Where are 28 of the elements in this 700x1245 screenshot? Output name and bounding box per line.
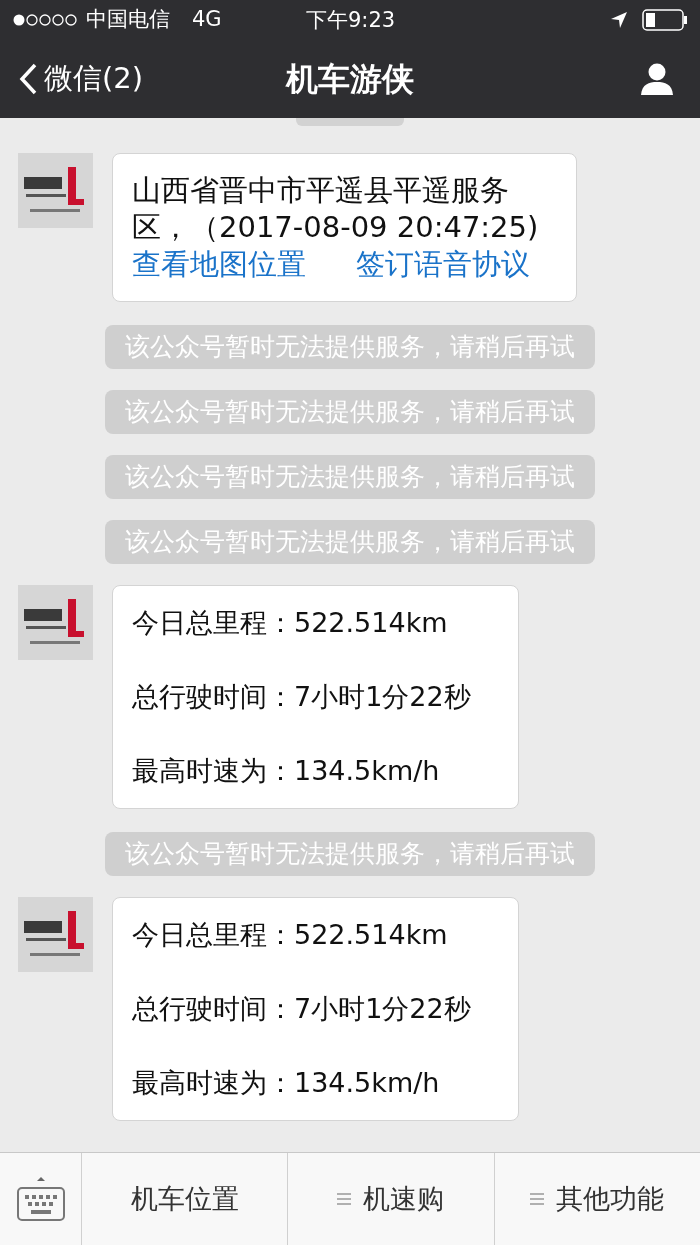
stats-line: 总行驶时间：7小时1分22秒 <box>132 992 472 1026</box>
stats-line: 今日总里程：522.514km <box>132 606 449 640</box>
avatar-icon[interactable] <box>18 585 93 660</box>
avatar-icon[interactable] <box>18 153 93 228</box>
stats-line: 总行驶时间：7小时1分22秒 <box>132 680 472 714</box>
profile-icon[interactable] <box>640 62 674 96</box>
menu-icon <box>530 1193 545 1205</box>
carrier-name: 中国电信 <box>86 6 170 34</box>
location-text: 山西省晋中市平遥县平遥服务区，（2017-08-09 20:47:25) <box>132 172 540 246</box>
back-button[interactable]: 微信(2) <box>18 57 144 101</box>
back-chevron-icon <box>18 62 38 96</box>
menu-icon <box>337 1193 352 1205</box>
keyboard-icon[interactable] <box>16 1175 65 1223</box>
message-link[interactable]: 查看地图位置 <box>132 246 306 283</box>
stats-line: 最高时速为：134.5km/h <box>132 1066 441 1100</box>
location-arrow-icon <box>610 11 628 29</box>
avatar-icon[interactable] <box>18 897 93 972</box>
stats-line: 今日总里程：522.514km <box>132 918 449 952</box>
page-title: 机车游侠 <box>286 59 414 100</box>
battery-icon <box>642 9 688 31</box>
menu-button[interactable]: 机速购 <box>288 1153 495 1245</box>
menu-button[interactable]: 其他功能 <box>494 1153 700 1245</box>
stats-line: 最高时速为：134.5km/h <box>132 754 441 788</box>
signal-icon <box>12 13 78 27</box>
network-type: 4G <box>192 6 222 34</box>
message-link[interactable]: 签订语音协议 <box>356 246 530 283</box>
status-time: 下午9:23 <box>306 7 396 34</box>
menu-button[interactable]: 机车位置 <box>82 1153 289 1245</box>
